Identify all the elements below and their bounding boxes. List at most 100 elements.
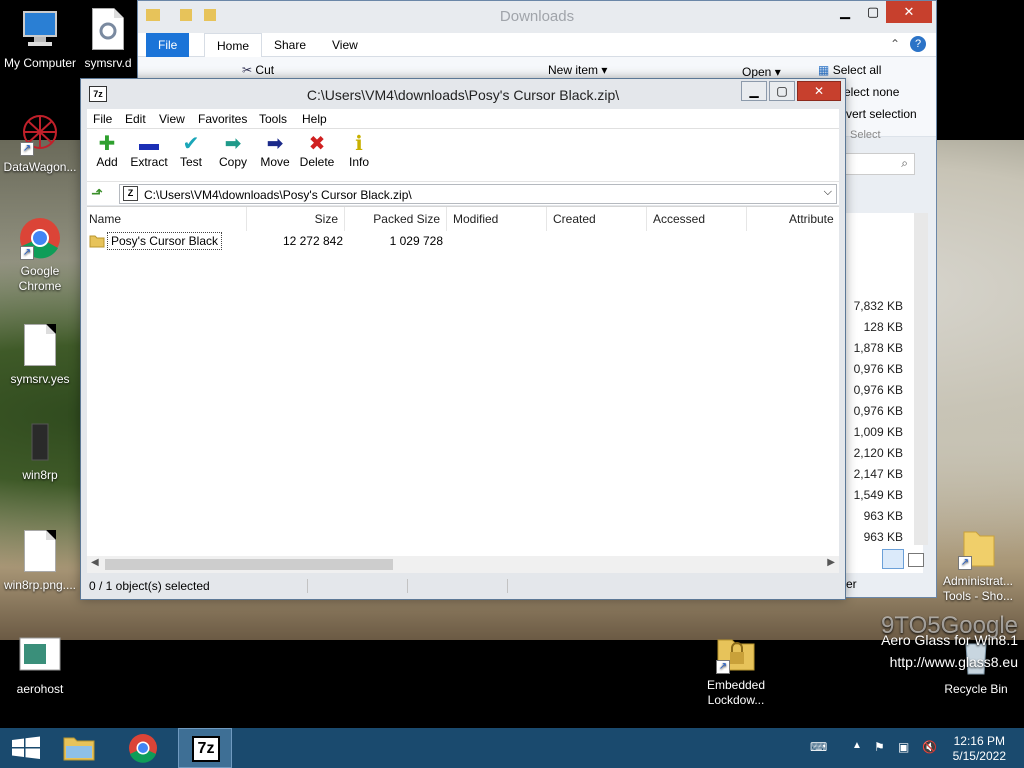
add-label: Add [96,155,118,169]
desktop-icon-my-computer[interactable]: My Computer [0,8,80,71]
desktop-icon-label: win8rp [22,468,58,482]
info-button[interactable]: ℹ Info [337,133,381,169]
close-button[interactable]: ✕ [797,81,841,101]
scroll-left-icon[interactable]: ◀ [91,557,99,568]
desktop-icon-aerohost[interactable]: aerohost [0,634,80,697]
desktop-icon-chrome[interactable]: ↗ Google Chrome [0,216,80,294]
help-icon[interactable]: ? [910,36,926,52]
tab-share[interactable]: Share [262,33,318,57]
copy-button[interactable]: ➡ Copy [211,133,255,169]
blank-file-icon [18,530,62,574]
explorer-file-list[interactable]: 7,832 KB 128 KB 1,878 KB 0,976 KB 0,976 … [843,213,923,573]
test-button[interactable]: ✔ Test [169,133,213,169]
datawagon-icon: ↗ [18,112,62,156]
start-button[interactable] [0,728,54,768]
column-header-modified[interactable]: Modified [447,207,547,231]
scroll-thumb[interactable] [105,559,393,570]
explorer-search-input[interactable]: ⌕ [843,153,915,175]
search-icon: ⌕ [901,156,908,170]
file-list[interactable]: Name Size Packed Size Modified Created A… [87,206,839,573]
clock-time: 12:16 PM [953,734,1005,748]
column-header-created[interactable]: Created [547,207,647,231]
volume-muted-icon[interactable]: 🔇 [922,740,937,754]
delete-button[interactable]: ✖ Delete [295,133,339,169]
minimize-button[interactable]: ▁ [741,81,767,101]
keyboard-icon[interactable]: ⌨ [810,740,827,754]
action-center-icon[interactable]: ⚑ [874,740,885,754]
desktop-icon-label: My Computer [3,56,77,70]
address-input[interactable]: Z C:\Users\VM4\downloads\Posy's Cursor B… [119,184,837,204]
info-label: Info [348,155,369,169]
explorer-titlebar[interactable]: Downloads ▁ ▢ ✕ [138,1,936,33]
open-button[interactable]: Open ▾ [742,65,781,79]
dll-file-icon [86,8,130,52]
status-divider [507,579,508,593]
large-icons-view-icon[interactable] [908,553,924,567]
desktop-icon-symsrv-dll[interactable]: symsrv.d [78,8,138,71]
network-icon[interactable]: ▣ [898,740,909,754]
taskbar-7zip-button[interactable]: 7z [178,728,232,768]
desktop-icon-datawagon[interactable]: ↗ DataWagon... [0,112,80,175]
chevron-down-icon[interactable]: ⌵ [824,186,832,199]
select-all-label: Select all [832,63,882,77]
tab-file[interactable]: File [146,33,190,57]
tab-home[interactable]: Home [204,33,263,57]
extract-button[interactable]: ▬ Extract [127,133,171,169]
aerohost-icon [18,634,62,678]
explorer-status-partial: er [846,577,857,591]
explorer-title: Downloads [499,8,575,25]
horizontal-scrollbar[interactable]: ◀ ▶ [87,556,839,573]
row-size: 12 272 842 [282,234,343,248]
move-arrow-icon: ➡ [266,133,284,155]
ribbon-collapse-icon[interactable]: ⌃ [890,37,900,51]
column-header-packed-size[interactable]: Packed Size [345,207,447,231]
taskbar-explorer-button[interactable] [52,728,106,768]
desktop-icon-embedded-lockdown[interactable]: ↗ Embedded Lockdow... [696,630,776,708]
cut-label: Cut [255,63,275,77]
menu-tools[interactable]: Tools [259,112,287,126]
column-header-attributes[interactable]: Attribute [747,207,839,231]
select-all-button[interactable]: ▦ Select all [818,63,881,77]
desktop-icon-win8rp[interactable]: win8rp [0,420,80,483]
menu-favorites[interactable]: Favorites [198,112,247,126]
desktop-icon-symsrv-yes[interactable]: symsrv.yes [0,324,80,387]
wallpaper-dark-band [0,640,1024,728]
up-folder-icon[interactable]: ⬏ [91,185,107,201]
close-button[interactable]: ✕ [886,1,932,23]
details-view-icon[interactable] [882,549,904,569]
scroll-right-icon[interactable]: ▶ [827,557,835,568]
show-hidden-icons-icon[interactable]: ▲ [852,740,862,751]
menu-view[interactable]: View [159,112,185,126]
ribbon-tabs: File Home Share View ⌃ ? [138,33,936,57]
column-header-name[interactable]: Name [87,207,247,231]
invert-selection-button[interactable]: Invert selection [836,107,917,121]
cut-button[interactable]: ✂ Cut [242,63,274,77]
maximize-button[interactable]: ▢ [856,1,890,23]
column-header-size[interactable]: Size [247,207,345,231]
move-button[interactable]: ➡ Move [253,133,297,169]
menu-file[interactable]: File [93,112,112,126]
blank-file-icon [18,324,62,368]
brand-line-2: http://www.glass8.eu [889,654,1018,670]
table-row[interactable]: Posy's Cursor Black 12 272 842 1 029 728 [87,231,839,251]
maximize-button[interactable]: ▢ [769,81,795,101]
clock[interactable]: 12:16 PM 5/15/2022 [953,734,1006,764]
sevenzip-titlebar[interactable]: 7z C:\Users\VM4\downloads\Posy's Cursor … [81,79,845,109]
column-header-accessed[interactable]: Accessed [647,207,747,231]
menu-edit[interactable]: Edit [125,112,146,126]
new-item-button[interactable]: New item ▾ [548,63,607,77]
explorer-vscroll[interactable] [914,213,928,545]
taskbar-chrome-button[interactable] [116,728,170,768]
brand-line-1: Aero Glass for Win8.1 [881,632,1018,648]
tab-view[interactable]: View [320,33,370,57]
desktop-icon-admin-tools[interactable]: ↗ Administrat... Tools - Sho... [936,526,1020,604]
win8rp-icon [18,420,62,464]
clock-date: 5/15/2022 [952,749,1006,763]
menu-help[interactable]: Help [302,112,327,126]
add-button[interactable]: ✚ Add [85,133,129,169]
toolbar: ✚ Add ▬ Extract ✔ Test ➡ Copy ➡ Move ✖ Delete … [87,129,839,181]
file-size: 1,009 KB [853,425,903,439]
desktop-icon-label: DataWagon... [3,160,77,174]
desktop-icon-win8rp-png[interactable]: win8rp.png.... [0,530,80,593]
sevenzip-window[interactable]: 7z C:\Users\VM4\downloads\Posy's Cursor … [80,78,846,600]
